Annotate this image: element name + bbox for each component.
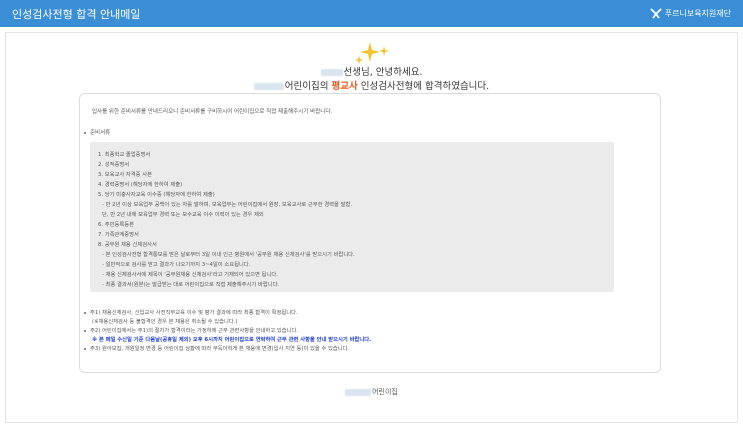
document-subitem: - 최종 결과서(원본)는 발급받는 대로 어린이집으로 직접 제출해주시기 바… (102, 282, 280, 288)
document-item: 3. 보육교사 자격증 사본 (98, 172, 152, 178)
footer-text: 어린이집 (372, 388, 398, 396)
documents-list: 1. 최종학교 졸업증명서 2. 성적증명서 3. 보육교사 자격증 사본 4.… (90, 142, 614, 292)
logo-text: 푸르니보육지원재단 (664, 8, 731, 18)
bullet-icon (84, 131, 86, 134)
document-item: 1. 최종학교 졸업증명서 (98, 152, 151, 158)
document-item: 7. 가족관계증명서 (98, 232, 139, 238)
note-text: 주1) 채용신체검사, 신입교사 사전직무교육 이수 및 평가 결과에 따라 최… (90, 310, 298, 316)
window-title: 인성검사전형 합격 안내메일 (12, 8, 141, 21)
redacted-daycare (253, 83, 284, 90)
document-item: 6. 주민등록등본 (98, 222, 134, 228)
greeting-prefix: 어린이집의 (284, 81, 332, 92)
document-box: 입사를 위한 준비서류를 안내드리오니 준비서류를 구비하시어 어린이집으로 직… (79, 93, 661, 373)
position-highlight: 평교사 (331, 81, 358, 92)
redacted-daycare (345, 388, 372, 396)
note-text: (※채용신체검사 등 불합격인 경우 본 채용은 취소될 수 있습니다.) (92, 319, 238, 325)
bullet-icon (84, 311, 86, 314)
redacted-name (320, 69, 343, 76)
section-title: 준비서류 (90, 130, 111, 136)
logo-icon (650, 8, 662, 19)
document-item: 8. 공무원 채용 신체검사서 (98, 242, 157, 248)
note-item: 주2) 어린이집에서는 주1)의 절차가 합격이라는 가정하에 근무 관련사항을… (84, 326, 298, 334)
document-item: 2. 성적증명서 (98, 162, 130, 168)
document-subitem: 단, 만 2년 내에 보육업무 경력 또는 보수교육 이수 이력이 있는 경우 … (102, 212, 264, 218)
section-heading: 준비서류 (84, 128, 110, 136)
greeting-line-1: 선생님, 안녕하세요. (0, 64, 743, 78)
intro-text: 입사를 위한 준비서류를 안내드리오니 준비서류를 구비하시어 어린이집으로 직… (92, 109, 333, 115)
document-subitem: - 채용 신체검사서에 제목이 '공무원채용 신체검사'라고 기재되어 있으면 … (102, 272, 278, 278)
greeting-suffix: 인성검사전형에 합격하였습니다. (357, 81, 490, 92)
greeting-text: 선생님, 안녕하세요. (343, 67, 423, 78)
document-subitem: - 만 2년 이상 보육업무 공백이 있는 자를 말하며, 보육업무는 어린이집… (102, 202, 353, 208)
greeting-line-2: 어린이집의 평교사 인성검사전형에 합격하였습니다. (0, 78, 743, 92)
document-item: 5. 당기 미충사자교육 이수증 (해당자에 한하여 제출) (98, 192, 215, 198)
note-item: 주3) 원아모집, 개원일정 변경 등 어린이집 상황에 따라 부득이하게 본 … (84, 344, 349, 352)
note-item: 주1) 채용신체검사, 신입교사 사전직무교육 이수 및 평가 결과에 따라 최… (84, 308, 298, 316)
note-item-highlight: ※ 본 메일 수신일 기준 다음날(공휴일 제외) 오후 6시까지 어린이집으로… (92, 335, 371, 343)
note-item: (※채용신체검사 등 불합격인 경우 본 채용은 취소될 수 있습니다.) (92, 317, 238, 325)
title-bar: 인성검사전형 합격 안내메일 푸르니보육지원재단 (0, 0, 743, 27)
foundation-logo: 푸르니보육지원재단 (650, 7, 731, 19)
document-subitem: - 일반적으로 검사를 받고 결과가 나오기까지 3~4일이 소요됩니다. (102, 262, 251, 268)
document-subitem: - 본 인성검사전형 합격통보를 받은 날로부터 3일 이내 인근 병원에서 '… (102, 252, 355, 258)
bullet-icon (84, 347, 86, 350)
footer-signature: 어린이집 (0, 387, 743, 397)
bullet-icon (84, 329, 86, 332)
note-text: ※ 본 메일 수신일 기준 다음날(공휴일 제외) 오후 6시까지 어린이집으로… (92, 337, 372, 343)
note-text: 주2) 어린이집에서는 주1)의 절차가 합격이라는 가정하에 근무 관련사항을… (90, 328, 299, 334)
note-text: 주3) 원아모집, 개원일정 변경 등 어린이집 상황에 따라 부득이하게 본 … (90, 346, 350, 352)
document-item: 4. 경력증명서 (해당자에 한하여 제출) (98, 182, 183, 188)
